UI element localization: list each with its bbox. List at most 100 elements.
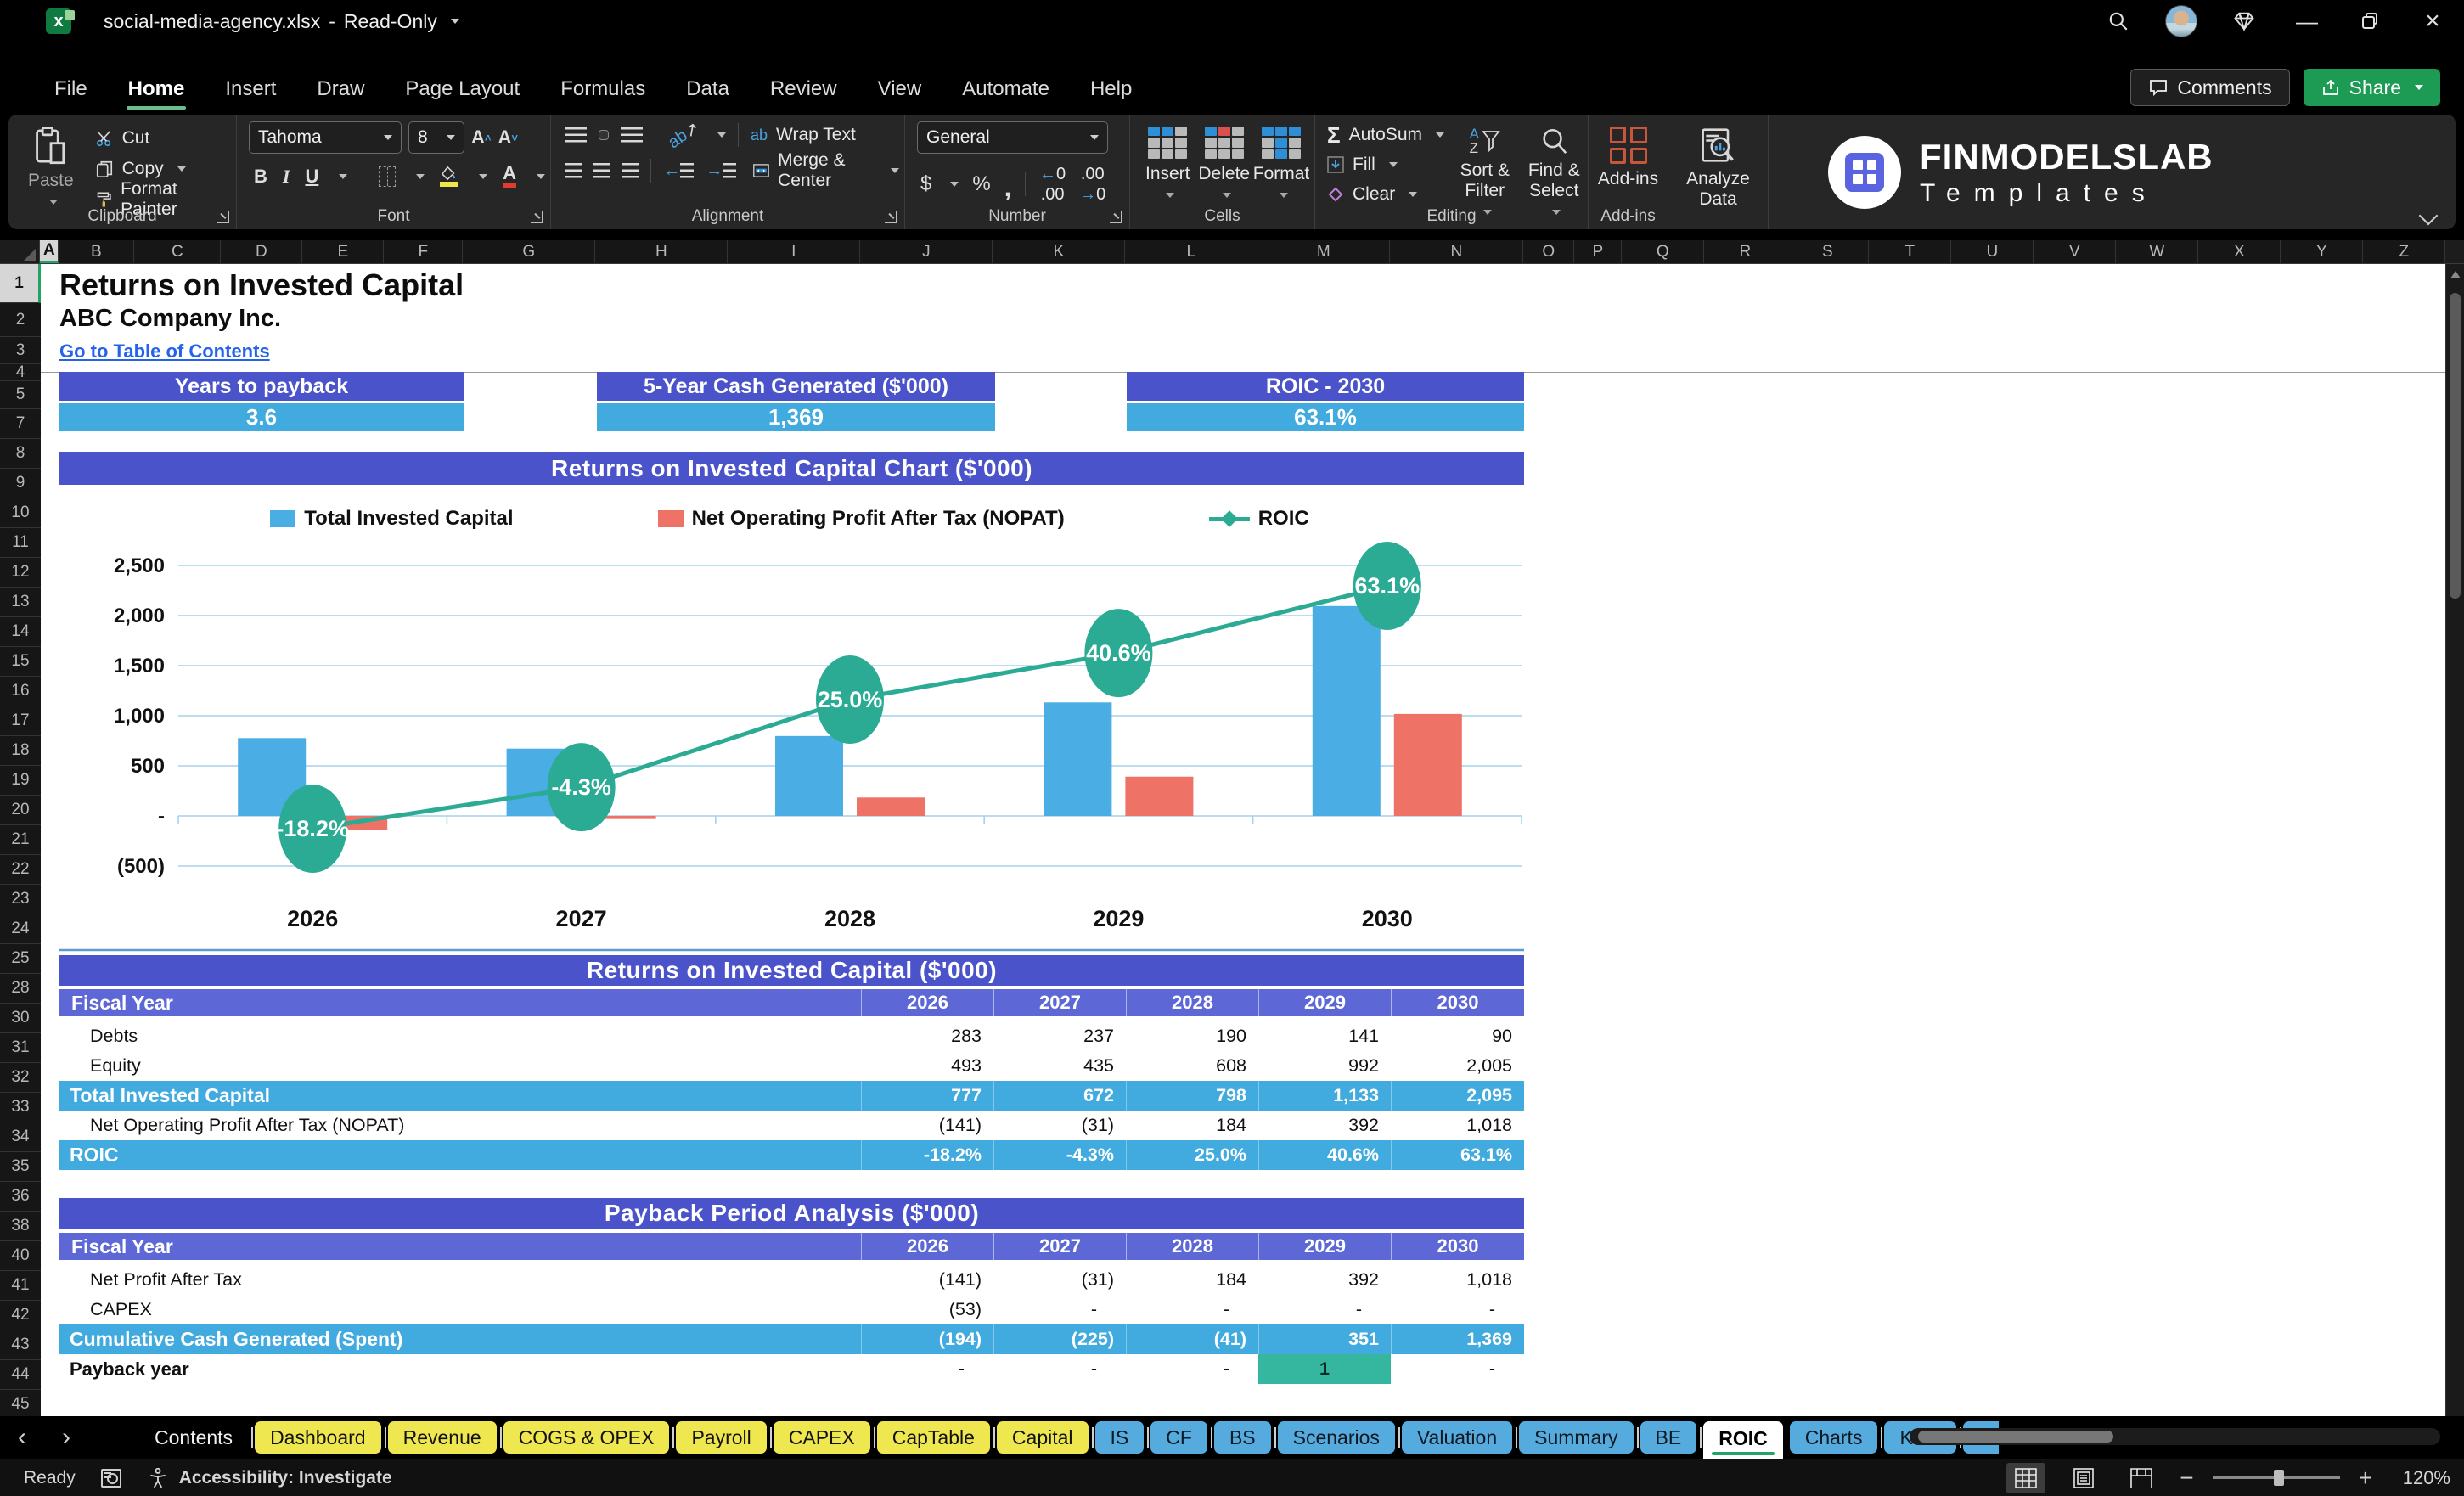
column-header-K[interactable]: K <box>993 240 1126 263</box>
roic-chart[interactable]: 2,500 2,000 1,500 1,000 500 - (500) 2026 2027 202… <box>51 502 1528 965</box>
sheet-tab-summary[interactable]: Summary <box>1519 1421 1639 1454</box>
kpi-value-0[interactable]: 3.6 <box>59 403 464 431</box>
kpi-value-1[interactable]: 1,369 <box>597 403 995 431</box>
column-header-M[interactable]: M <box>1257 240 1391 263</box>
number-format-select[interactable]: General <box>917 121 1108 154</box>
collapse-ribbon-icon[interactable] <box>2418 205 2439 226</box>
format-cells-button[interactable]: Format <box>1253 121 1309 205</box>
increase-indent-icon[interactable]: → <box>706 161 737 181</box>
column-header-R[interactable]: R <box>1704 240 1787 263</box>
row-header-33[interactable]: 33 <box>0 1093 41 1122</box>
sheet-title[interactable]: Returns on Invested Capital <box>59 267 464 303</box>
page-layout-view-button[interactable] <box>2064 1463 2103 1493</box>
year-column-2028[interactable]: 2028 <box>1126 989 1258 1016</box>
cell-value[interactable]: (141) <box>861 1265 993 1295</box>
ribbon-tab-home[interactable]: Home <box>108 65 205 115</box>
chart-banner[interactable]: Returns on Invested Capital Chart ($'000… <box>59 452 1524 485</box>
cell-value[interactable]: (225) <box>993 1324 1126 1354</box>
column-header-E[interactable]: E <box>302 240 385 263</box>
wrap-text-button[interactable]: ab Wrap Text <box>751 121 856 149</box>
row-header-5[interactable]: 5 <box>0 381 41 409</box>
currency-format-icon[interactable]: $ <box>920 172 931 196</box>
sheet-tab-dashboard[interactable]: Dashboard <box>255 1421 386 1454</box>
year-column-2026[interactable]: 2026 <box>861 989 993 1016</box>
cell-value[interactable]: 672 <box>993 1081 1126 1111</box>
row-label[interactable]: ROIC <box>59 1140 861 1170</box>
row-header-31[interactable]: 31 <box>0 1033 41 1063</box>
sheet-tab-be[interactable]: BE <box>1640 1421 1702 1454</box>
cell-value[interactable]: (141) <box>861 1111 993 1140</box>
cell-value[interactable]: 1,369 <box>1391 1324 1524 1354</box>
cell-value[interactable]: 1,018 <box>1391 1265 1524 1295</box>
year-column-2029[interactable]: 2029 <box>1258 1233 1391 1260</box>
cell-value[interactable]: 283 <box>861 1021 993 1051</box>
row-header-44[interactable]: 44 <box>0 1360 41 1390</box>
chevron-down-icon[interactable] <box>450 19 459 24</box>
zoom-slider[interactable] <box>2212 1470 2340 1486</box>
cell-value[interactable]: 237 <box>993 1021 1126 1051</box>
sheet-nav-right-icon[interactable]: › <box>44 1423 88 1452</box>
increase-decimal-icon[interactable]: ←0.00 <box>1039 164 1066 205</box>
row-label[interactable]: Net Operating Profit After Tax (NOPAT) <box>59 1111 861 1140</box>
cell-value[interactable]: -18.2% <box>861 1140 993 1170</box>
sheet-tab-valuation[interactable]: Valuation <box>1401 1421 1518 1454</box>
insert-cells-button[interactable]: Insert <box>1140 121 1195 205</box>
table-row-equity[interactable]: Equity 493 435 608 992 2,005 <box>59 1051 1524 1081</box>
sheet-tab-revenue[interactable]: Revenue <box>387 1421 502 1454</box>
row-header-12[interactable]: 12 <box>0 558 41 588</box>
scroll-up-arrow[interactable] <box>2450 271 2461 278</box>
font-dialog-launcher[interactable] <box>531 211 543 223</box>
column-header-U[interactable]: U <box>1951 240 2034 263</box>
underline-options-caret[interactable] <box>339 173 348 179</box>
row-label[interactable]: Net Profit After Tax <box>59 1265 861 1295</box>
column-header-G[interactable]: G <box>463 240 596 263</box>
row-label[interactable]: Equity <box>59 1051 861 1081</box>
row-header-38[interactable]: 38 <box>0 1212 41 1241</box>
row-header-18[interactable]: 18 <box>0 736 41 766</box>
comma-format-icon[interactable]: , <box>1004 175 1011 200</box>
cell-value[interactable]: 190 <box>1126 1021 1258 1051</box>
column-header-X[interactable]: X <box>2198 240 2281 263</box>
row-header-17[interactable]: 17 <box>0 706 41 736</box>
clear-button[interactable]: Clear <box>1327 181 1444 208</box>
ribbon-tab-draw[interactable]: Draw <box>296 65 385 115</box>
autosum-button[interactable]: Σ AutoSum <box>1327 121 1444 149</box>
row-header-10[interactable]: 10 <box>0 498 41 528</box>
fill-color-icon[interactable] <box>440 166 459 187</box>
year-column-2027[interactable]: 2027 <box>993 989 1126 1016</box>
cell-value[interactable]: 2,005 <box>1391 1051 1524 1081</box>
cell-value[interactable]: 184 <box>1126 1265 1258 1295</box>
row-header-14[interactable]: 14 <box>0 617 41 647</box>
kpi-label-2[interactable]: ROIC - 2030 <box>1127 372 1524 401</box>
table-row-roic[interactable]: ROIC -18.2% -4.3% 25.0% 40.6% 63.1% <box>59 1140 1524 1170</box>
borders-caret[interactable] <box>416 173 425 179</box>
zoom-slider-thumb[interactable] <box>2273 1470 2284 1486</box>
cell-value[interactable]: - <box>1391 1295 1524 1324</box>
cell-value[interactable]: 777 <box>861 1081 993 1111</box>
table-row-net-operating-profit-after-tax-nopat-[interactable]: Net Operating Profit After Tax (NOPAT) (1… <box>59 1111 1524 1140</box>
cell-value[interactable]: 141 <box>1258 1021 1391 1051</box>
align-middle-icon[interactable] <box>599 130 609 140</box>
row-header-1[interactable]: 1 <box>0 264 41 303</box>
table-row-debts[interactable]: Debts 283 237 190 141 90 <box>59 1021 1524 1051</box>
borders-icon[interactable] <box>379 166 397 187</box>
row-header-41[interactable]: 41 <box>0 1271 41 1301</box>
sheet-tab-bs[interactable]: BS <box>1213 1421 1276 1454</box>
column-header-N[interactable]: N <box>1390 240 1524 263</box>
vertical-scrollbar[interactable] <box>2445 264 2464 1416</box>
fiscal-year-label[interactable]: Fiscal Year <box>59 1233 861 1260</box>
row-header-9[interactable]: 9 <box>0 469 41 498</box>
restore-button[interactable] <box>2338 0 2401 42</box>
font-size-select[interactable]: 8 <box>408 121 464 154</box>
cell-value[interactable]: 435 <box>993 1051 1126 1081</box>
account-avatar[interactable] <box>2150 0 2213 42</box>
cell-value[interactable]: 351 <box>1258 1324 1391 1354</box>
row-header-35[interactable]: 35 <box>0 1152 41 1182</box>
table-row-total-invested-capital[interactable]: Total Invested Capital 777 672 798 1,133 2,09… <box>59 1081 1524 1111</box>
year-column-2030[interactable]: 2030 <box>1391 1233 1524 1260</box>
font-family-select[interactable]: Tahoma <box>249 121 402 154</box>
close-button[interactable]: × <box>2401 0 2464 42</box>
percent-format-icon[interactable]: % <box>972 172 990 196</box>
cut-button[interactable]: Cut <box>95 125 231 152</box>
fiscal-year-label[interactable]: Fiscal Year <box>59 989 861 1016</box>
